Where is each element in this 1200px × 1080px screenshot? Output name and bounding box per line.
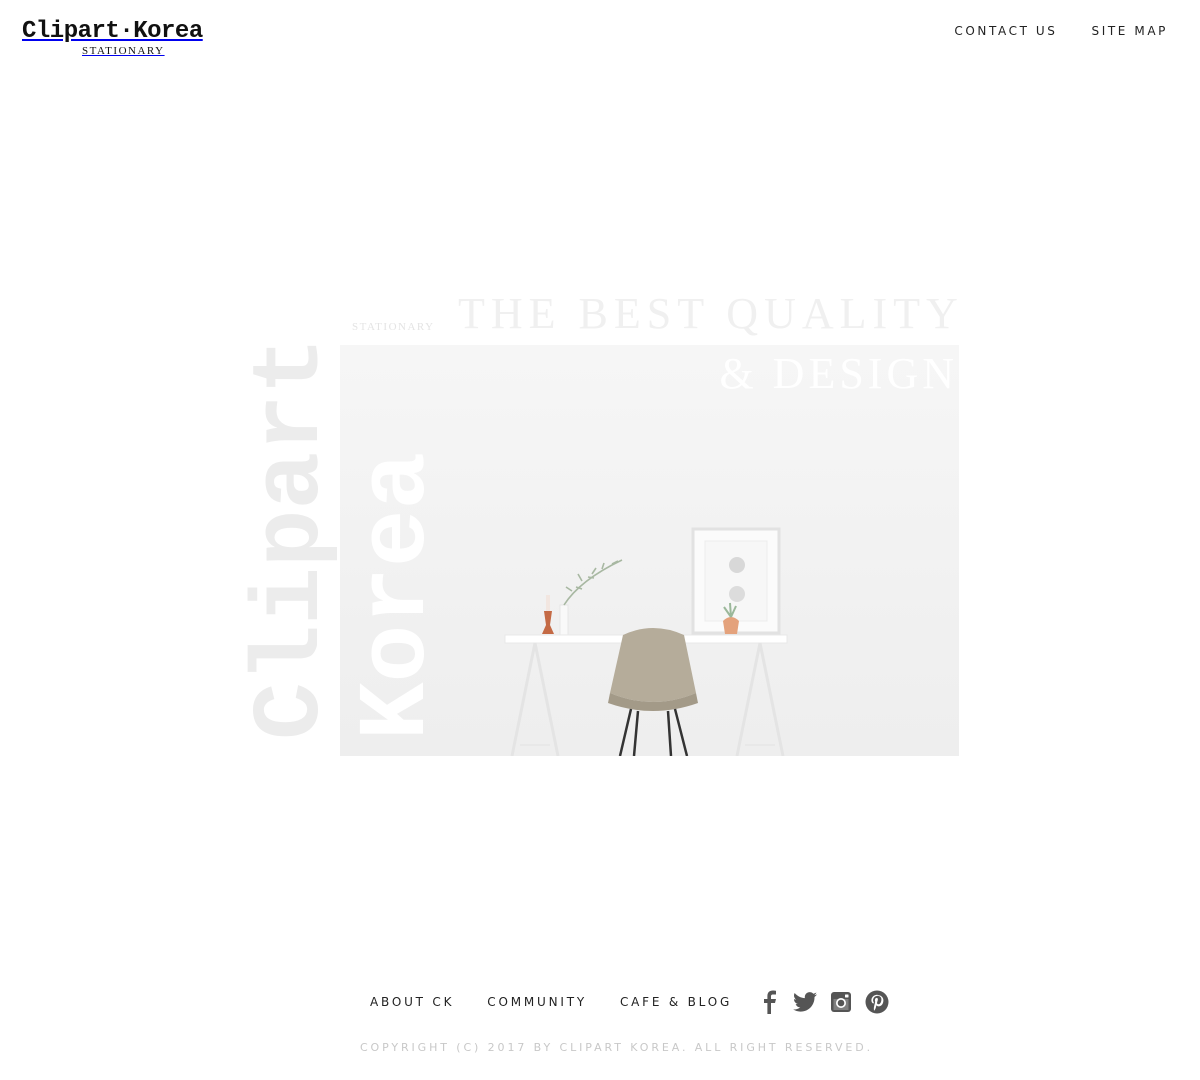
- footer-nav: ABOUT CK COMMUNITY CAFE & BLOG: [370, 990, 889, 1014]
- vertical-word-clipart: Clipart: [237, 336, 346, 740]
- pinterest-icon[interactable]: [865, 990, 889, 1014]
- hero-section: THE BEST QUALITY & DESIGN STATIONARY Cli…: [0, 0, 1200, 1080]
- facebook-icon[interactable]: [757, 990, 781, 1014]
- vertical-word-korea: Korea: [343, 451, 452, 740]
- instagram-icon[interactable]: [829, 990, 853, 1014]
- social-links: [757, 990, 889, 1014]
- tagline-line-2: & DESIGN: [719, 349, 958, 398]
- about-ck-link[interactable]: ABOUT CK: [370, 995, 454, 1009]
- copyright-text: COPYRIGHT (C) 2017 BY CLIPART KOREA. ALL…: [359, 1041, 874, 1054]
- cafe-blog-link[interactable]: CAFE & BLOG: [620, 995, 732, 1009]
- tagline-line-1: THE BEST QUALITY: [458, 289, 964, 338]
- hero-stationary-label: STATIONARY: [352, 321, 435, 333]
- twitter-icon[interactable]: [793, 990, 818, 1014]
- community-link[interactable]: COMMUNITY: [487, 995, 587, 1009]
